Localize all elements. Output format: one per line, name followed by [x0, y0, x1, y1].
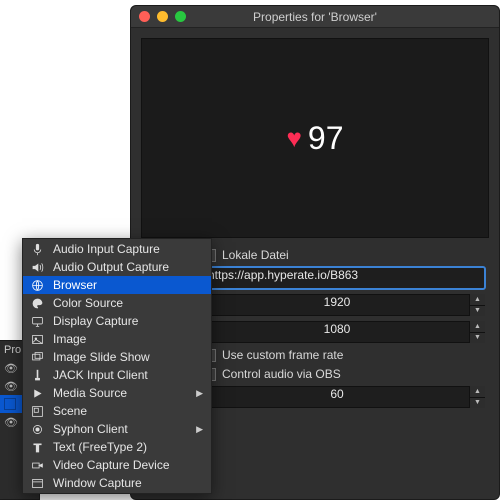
menu-item-media-source[interactable]: Media Source: [23, 384, 211, 402]
local-file-label: Lokale Datei: [222, 248, 289, 262]
heart-icon: ♥: [286, 125, 301, 151]
menu-item-label: JACK Input Client: [53, 368, 148, 382]
heart-rate-value: 97: [308, 120, 344, 157]
eye-icon: 👁: [4, 380, 18, 393]
menu-item-text-freetype-2-[interactable]: Text (FreeType 2): [23, 438, 211, 456]
height-input[interactable]: 1080: [201, 321, 485, 343]
source-color-icon: [4, 398, 16, 410]
scene-icon: [31, 405, 45, 418]
heart-rate-display: ♥ 97: [286, 120, 343, 157]
preview-area: ♥ 97: [141, 38, 489, 238]
menu-item-label: Syphon Client: [53, 422, 128, 436]
menu-item-label: Color Source: [53, 296, 123, 310]
custom-fps-row[interactable]: ✓ Use custom frame rate: [203, 348, 485, 362]
image-icon: [31, 333, 45, 346]
menu-item-scene[interactable]: Scene: [23, 402, 211, 420]
menu-item-browser[interactable]: Browser: [23, 276, 211, 294]
menu-item-label: Window Capture: [53, 476, 142, 490]
menu-item-label: Audio Output Capture: [53, 260, 169, 274]
fps-stepper[interactable]: ▲ ▼: [469, 386, 485, 408]
media-icon: [31, 387, 45, 400]
menu-item-image-slide-show[interactable]: Image Slide Show: [23, 348, 211, 366]
chevron-down-icon[interactable]: ▼: [470, 398, 485, 409]
slideshow-icon: [31, 351, 45, 364]
jack-icon: [31, 369, 45, 382]
menu-item-window-capture[interactable]: Window Capture: [23, 474, 211, 492]
menu-item-display-capture[interactable]: Display Capture: [23, 312, 211, 330]
speaker-icon: [31, 261, 45, 274]
menu-item-label: Image: [53, 332, 86, 346]
syphon-icon: [31, 423, 45, 436]
chevron-up-icon[interactable]: ▲: [470, 294, 485, 306]
menu-item-label: Text (FreeType 2): [53, 440, 147, 454]
chevron-up-icon[interactable]: ▲: [470, 386, 485, 398]
width-stepper[interactable]: ▲ ▼: [469, 294, 485, 316]
url-input[interactable]: https://app.hyperate.io/B863: [201, 267, 485, 289]
titlebar: Properties for 'Browser': [131, 6, 499, 28]
menu-item-label: Video Capture Device: [53, 458, 170, 472]
control-audio-row[interactable]: Control audio via OBS: [203, 367, 485, 381]
window-icon: [31, 477, 45, 490]
text-icon: [31, 441, 45, 454]
menu-item-label: Image Slide Show: [53, 350, 150, 364]
custom-fps-label: Use custom frame rate: [222, 348, 343, 362]
chevron-down-icon[interactable]: ▼: [470, 306, 485, 317]
chevron-up-icon[interactable]: ▲: [470, 321, 485, 333]
menu-item-label: Scene: [53, 404, 87, 418]
menu-item-image[interactable]: Image: [23, 330, 211, 348]
height-stepper[interactable]: ▲ ▼: [469, 321, 485, 343]
menu-item-color-source[interactable]: Color Source: [23, 294, 211, 312]
zoom-icon[interactable]: [175, 11, 186, 22]
palette-icon: [31, 297, 45, 310]
monitor-icon: [31, 315, 45, 328]
menu-item-jack-input-client[interactable]: JACK Input Client: [23, 366, 211, 384]
source-type-menu: Audio Input Capture Audio Output Capture B…: [22, 238, 212, 494]
close-icon[interactable]: [139, 11, 150, 22]
menu-item-audio-input-capture[interactable]: Audio Input Capture: [23, 240, 211, 258]
control-audio-label: Control audio via OBS: [222, 367, 341, 381]
video-icon: [31, 459, 45, 472]
width-input[interactable]: 1920: [201, 294, 485, 316]
local-file-row[interactable]: Lokale Datei: [203, 248, 485, 262]
menu-item-video-capture-device[interactable]: Video Capture Device: [23, 456, 211, 474]
minimize-icon[interactable]: [157, 11, 168, 22]
menu-item-label: Browser: [53, 278, 97, 292]
menu-item-label: Audio Input Capture: [53, 242, 160, 256]
fps-input[interactable]: 60: [201, 386, 485, 408]
menu-item-label: Display Capture: [53, 314, 138, 328]
menu-item-label: Media Source: [53, 386, 127, 400]
chevron-down-icon[interactable]: ▼: [470, 333, 485, 344]
window-controls: [139, 11, 186, 22]
eye-icon: 👁: [4, 416, 18, 429]
window-title: Properties for 'Browser': [131, 10, 499, 24]
menu-item-syphon-client[interactable]: Syphon Client: [23, 420, 211, 438]
eye-icon: 👁: [4, 362, 18, 375]
menu-item-audio-output-capture[interactable]: Audio Output Capture: [23, 258, 211, 276]
mic-icon: [31, 243, 45, 256]
globe-icon: [31, 279, 45, 292]
